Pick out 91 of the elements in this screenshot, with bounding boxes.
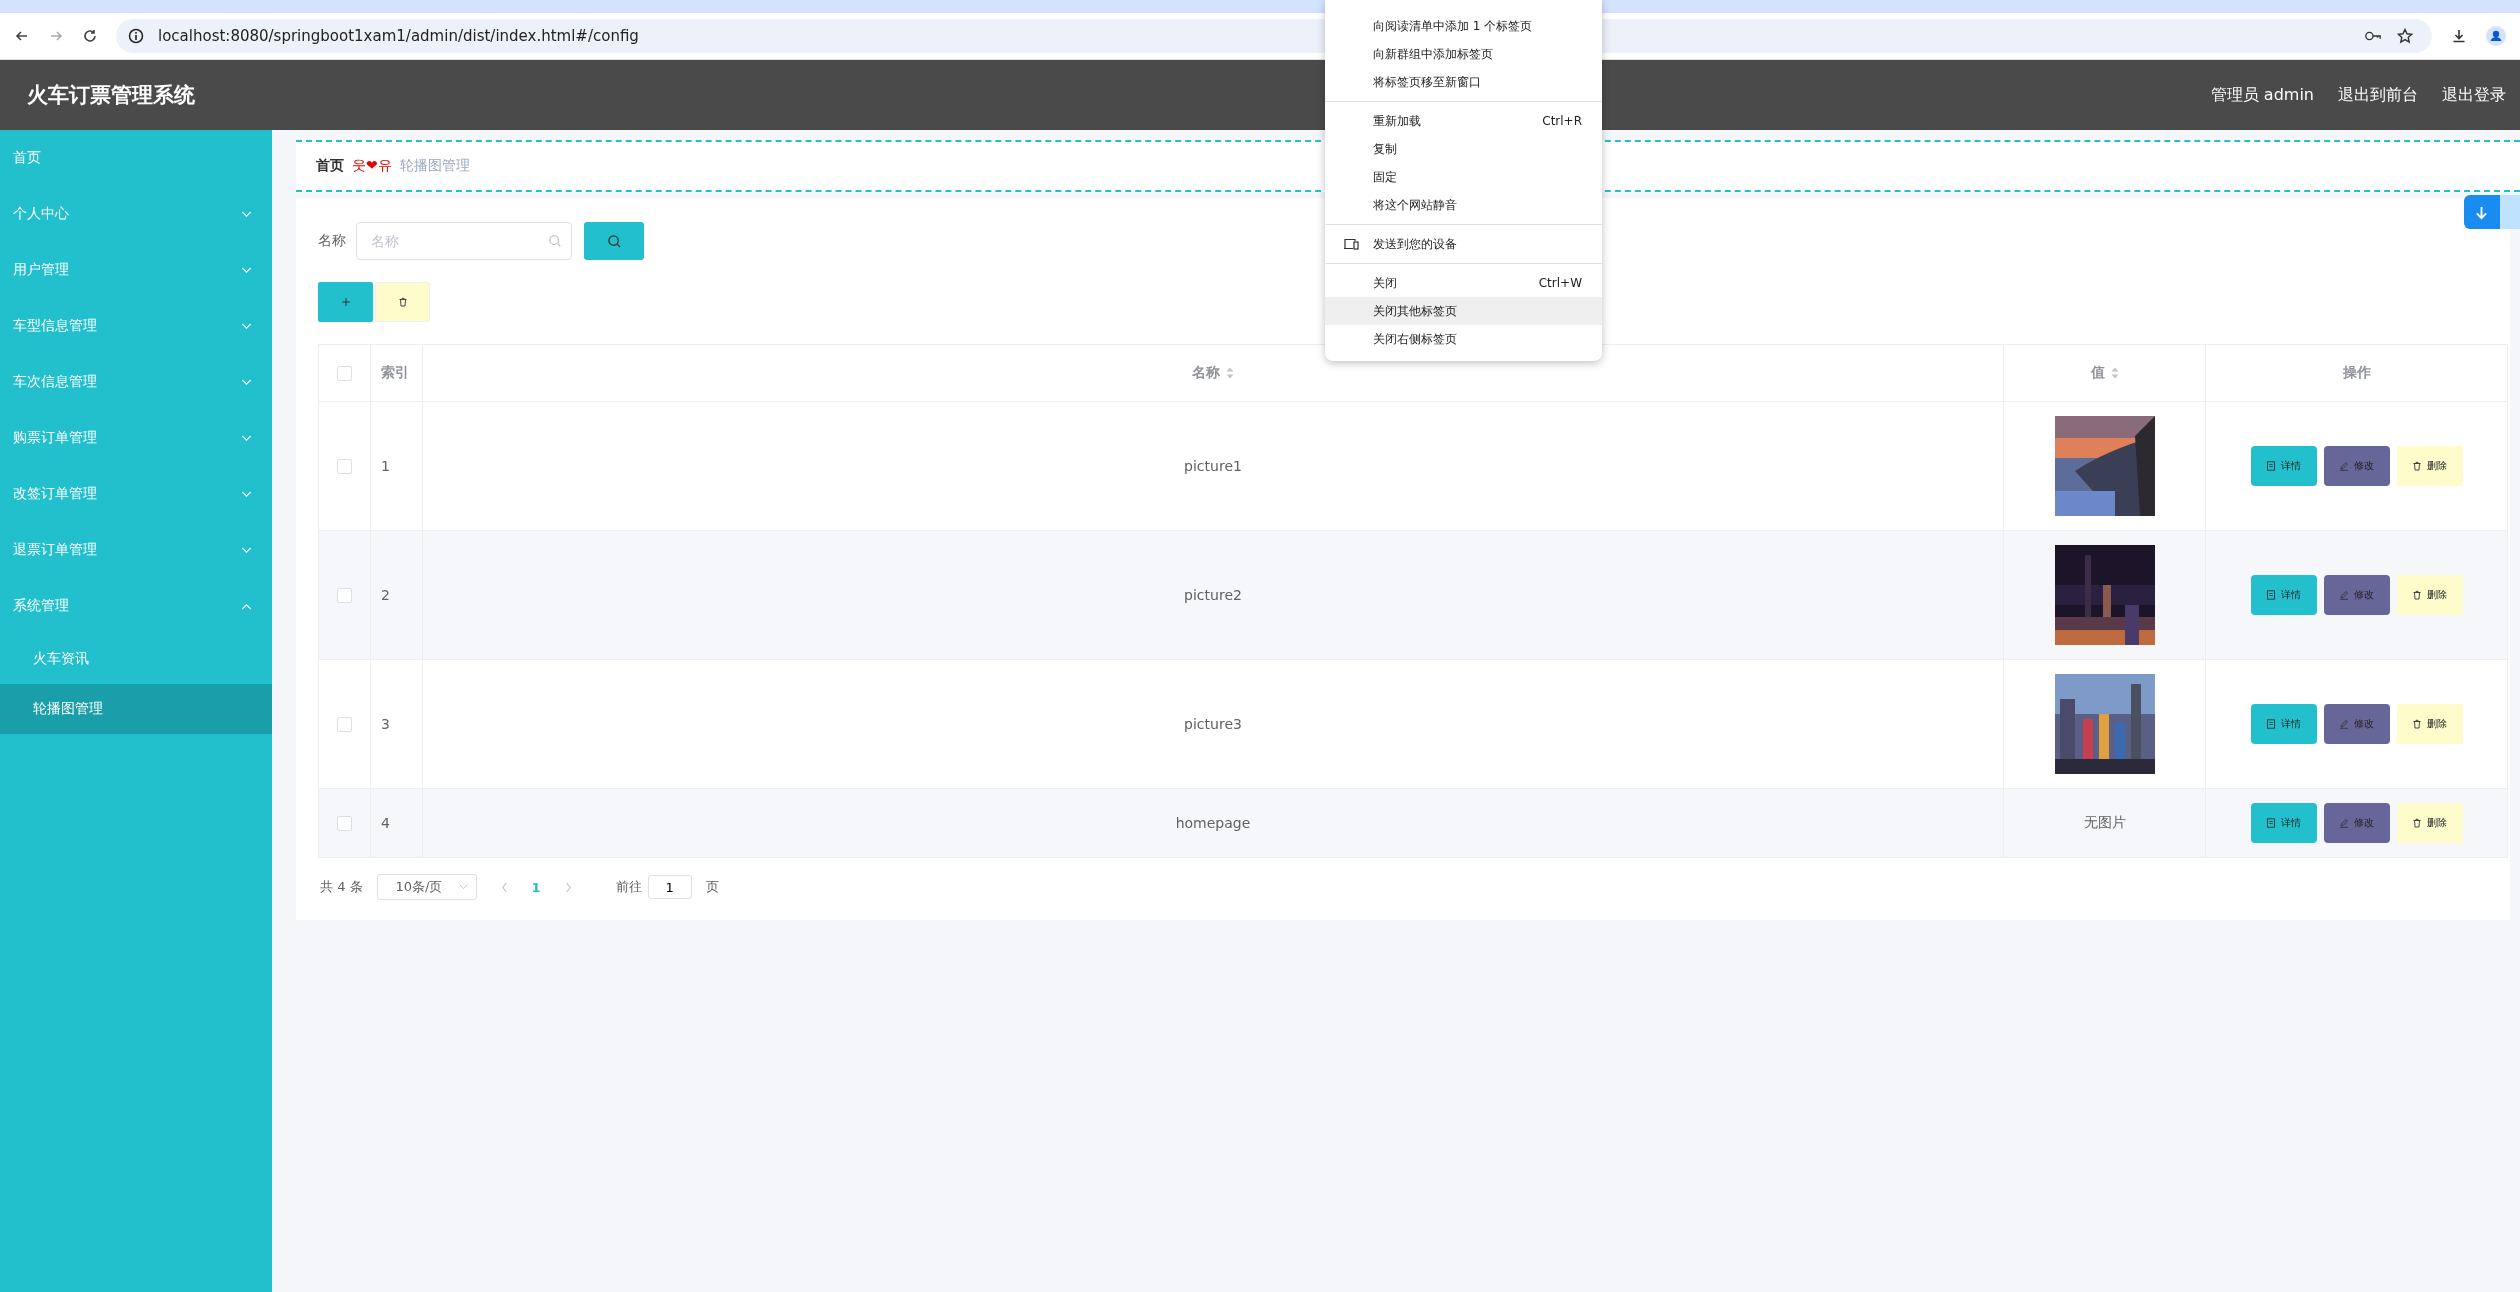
pencil-icon [2339, 461, 2349, 471]
chevron-down-icon [241, 378, 252, 386]
menu-item[interactable]: 将这个网站静音 [1325, 191, 1602, 219]
header-link[interactable]: 退出登录 [2442, 84, 2506, 106]
row-checkbox[interactable] [337, 717, 352, 733]
reload-icon[interactable] [82, 28, 98, 44]
pencil-icon [2339, 590, 2349, 600]
chevron-down-icon [241, 266, 252, 274]
menu-item[interactable]: 关闭其他标签页 [1325, 297, 1602, 325]
document-icon [2266, 461, 2276, 471]
prev-page-icon[interactable] [500, 881, 508, 893]
detail-button[interactable]: 详情 [2250, 704, 2317, 744]
trash-icon [2412, 818, 2422, 828]
table-cell: picture1 [1184, 458, 1242, 474]
detail-button[interactable]: 详情 [2250, 446, 2317, 486]
chevron-down-icon [241, 210, 252, 218]
delete-button[interactable]: 删除 [2396, 575, 2463, 615]
search-button[interactable] [584, 222, 644, 260]
page-size-select[interactable]: 10条/页 [376, 874, 477, 900]
table-cell: picture3 [1184, 716, 1242, 732]
breadcrumb-link[interactable]: 首页 [316, 157, 344, 175]
trash-icon [397, 297, 408, 307]
pencil-icon [2339, 719, 2349, 729]
row-checkbox[interactable] [337, 816, 352, 832]
star-icon[interactable] [2396, 28, 2414, 44]
app-title: 火车订票管理系统 [27, 82, 195, 109]
table-cell: 2 [381, 587, 390, 603]
menu-item[interactable]: 关闭 Ctrl+W [1325, 269, 1602, 297]
table-cell: 无图片 [2083, 814, 2126, 830]
document-icon [2266, 590, 2276, 600]
chevron-up-icon [241, 602, 252, 610]
chevron-down-icon [458, 884, 468, 890]
add-button[interactable] [318, 282, 373, 322]
menu-item[interactable]: 向新群组中添加标签页 [1325, 40, 1602, 68]
profile-icon[interactable] [2486, 26, 2506, 46]
sort-icon[interactable] [2110, 367, 2119, 379]
plus-icon [340, 297, 351, 307]
delete-button[interactable]: 删除 [2396, 803, 2463, 843]
menu-item[interactable]: 将标签页移至新窗口 [1325, 68, 1602, 96]
detail-button[interactable]: 详情 [2250, 803, 2317, 843]
search-icon [606, 233, 622, 249]
user-label: 管理员 admin [2210, 84, 2314, 106]
chevron-down-icon [241, 322, 252, 330]
search-field[interactable]: 名称 [356, 222, 572, 260]
total-count: 共 4 条 [320, 878, 363, 896]
menu-item[interactable]: 固定 [1325, 163, 1602, 191]
sort-icon[interactable] [1226, 367, 1234, 379]
delete-button[interactable]: 删除 [2396, 704, 2463, 744]
menu-item[interactable]: 复制 [1325, 135, 1602, 163]
arrow-down-icon [2474, 204, 2489, 220]
info-icon[interactable] [128, 28, 144, 44]
column-header: 操作 [2342, 364, 2371, 382]
menu-item[interactable]: 重新加载 Ctrl+R [1325, 107, 1602, 135]
chevron-down-icon [241, 490, 252, 498]
trash-icon [2412, 719, 2422, 729]
detail-button[interactable]: 详情 [2250, 575, 2317, 615]
devices-icon [1343, 238, 1359, 250]
search-label: 名称 [318, 232, 346, 250]
menu-item[interactable]: 关闭右侧标签页 [1325, 325, 1602, 353]
trash-icon [2412, 461, 2422, 471]
chevron-down-icon [241, 434, 252, 442]
goto-page-field[interactable]: 1 [647, 875, 692, 899]
table-cell: 1 [381, 458, 390, 474]
row-checkbox[interactable] [337, 459, 352, 475]
scroll-down-button[interactable] [2464, 195, 2520, 229]
column-header: 名称 [1192, 364, 1220, 382]
delete-button[interactable]: 删除 [2396, 446, 2463, 486]
menu-item[interactable]: 向阅读清单中添加 1 个标签页 [1325, 12, 1602, 40]
address-bar[interactable]: localhost:8080/springboot1xam1/admin/dist/index.html#/config [116, 19, 1325, 53]
next-page-icon[interactable] [564, 881, 572, 893]
table-cell: homepage [1175, 815, 1251, 831]
table-cell: picture2 [1184, 587, 1242, 603]
trash-icon [2412, 590, 2422, 600]
chevron-down-icon [241, 546, 252, 554]
table-cell: 4 [381, 815, 390, 831]
document-icon [2266, 818, 2276, 828]
row-checkbox[interactable] [337, 588, 352, 604]
column-header: 索引 [381, 364, 409, 382]
header-link[interactable]: 退出到前台 [2338, 84, 2418, 106]
breadcrumb-separator: 웃❤유 [352, 157, 392, 175]
url-text: localhost:8080/springboot1xam1/admin/dist/index.html#/config [158, 27, 639, 45]
goto-label: 前往 [615, 878, 642, 896]
table-cell: 3 [381, 716, 390, 732]
search-icon [548, 234, 562, 248]
select-all-checkbox[interactable] [337, 366, 352, 382]
document-icon [2266, 719, 2276, 729]
menu-item[interactable]: 发送到您的设备 [1325, 230, 1602, 258]
page-suffix: 页 [705, 878, 719, 896]
pencil-icon [2339, 818, 2349, 828]
delete-button[interactable] [375, 282, 430, 322]
column-header: 值 [2090, 364, 2105, 382]
